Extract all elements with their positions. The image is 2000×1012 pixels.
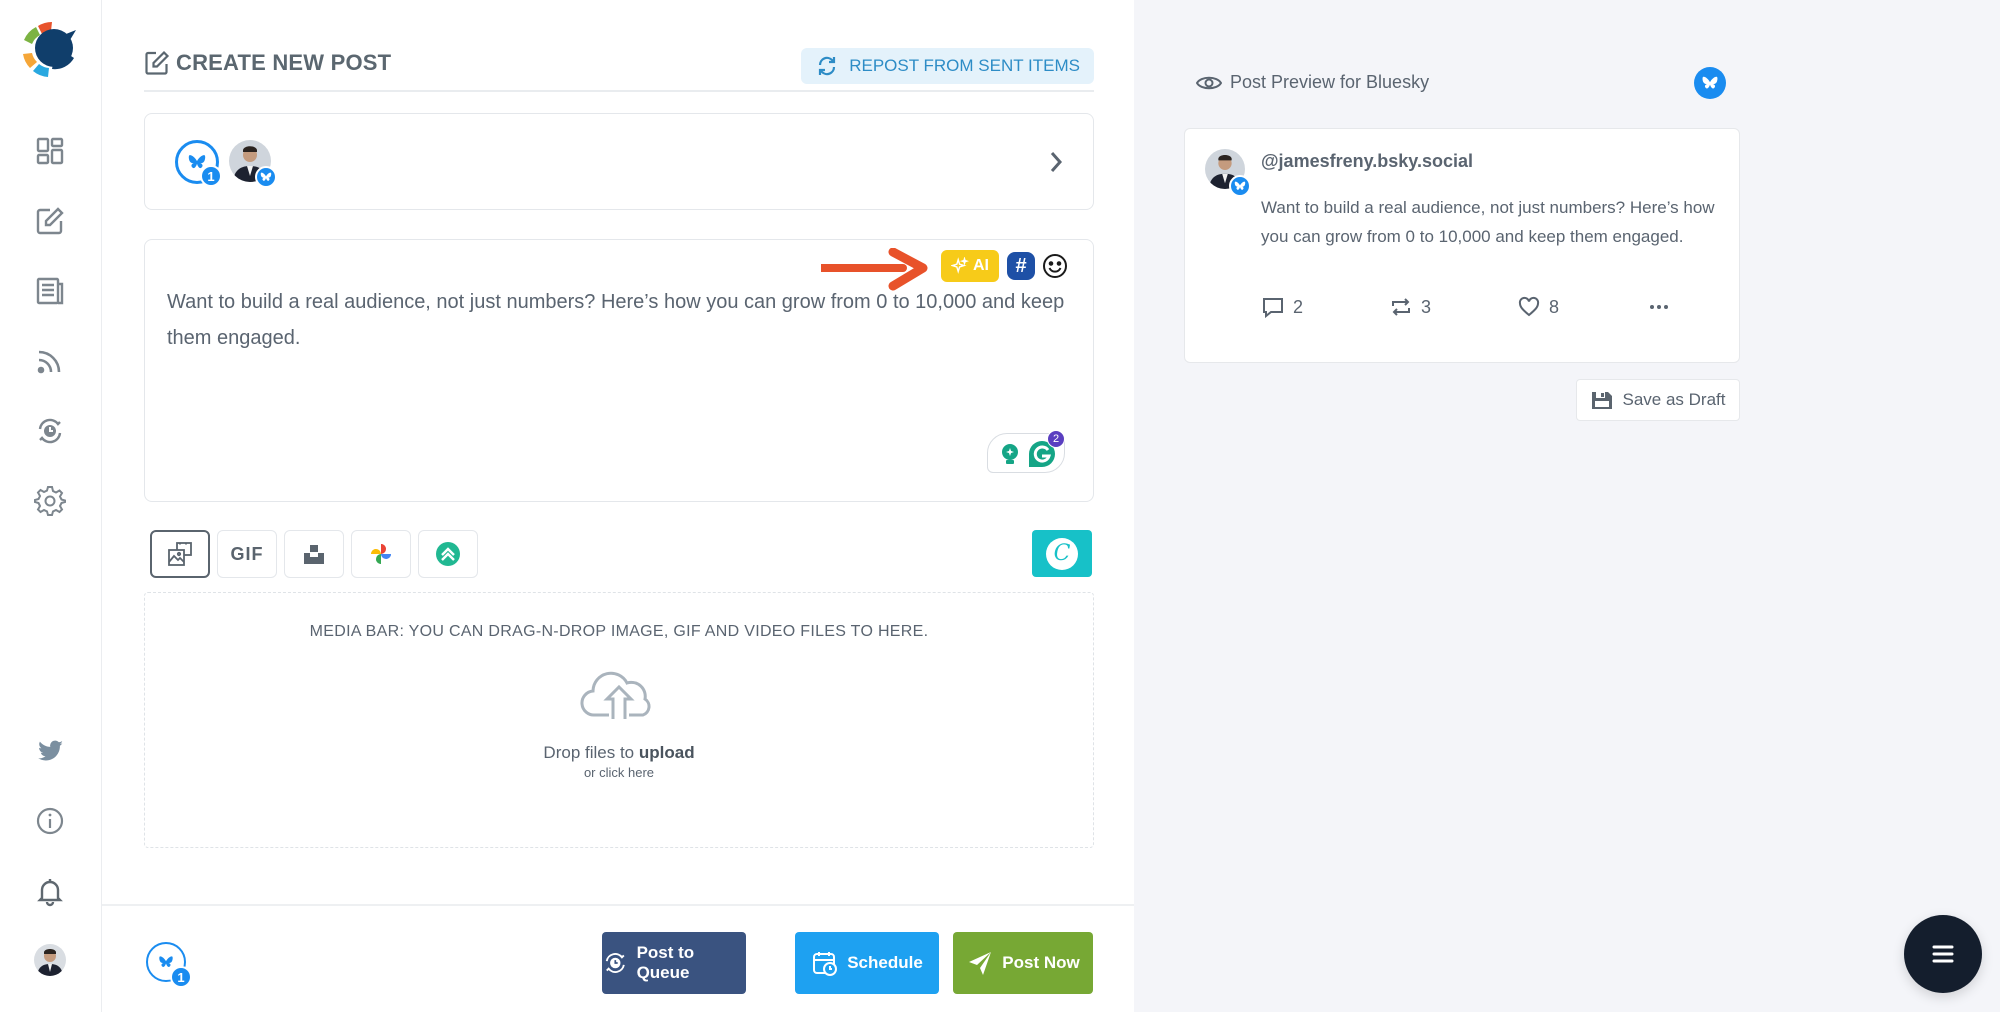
gif-label: GIF <box>230 543 264 564</box>
compose-icon[interactable] <box>31 202 69 240</box>
save-as-draft-button[interactable]: Save as Draft <box>1576 379 1740 421</box>
lightbulb-icon <box>1002 444 1018 464</box>
edit-icon <box>145 50 170 75</box>
grammarly-count-badge: 2 <box>1047 430 1065 448</box>
unsplash-button[interactable] <box>284 530 344 578</box>
schedule-label: Schedule <box>847 953 923 972</box>
bell-icon[interactable] <box>31 872 69 910</box>
repost-count: 3 <box>1421 296 1432 317</box>
cloud-upload-icon <box>580 671 651 719</box>
app-logo[interactable] <box>18 18 82 82</box>
dashboard-icon[interactable] <box>31 132 69 170</box>
sidebar <box>0 0 102 1012</box>
double-chevron-up-icon <box>436 542 460 566</box>
selected-count-badge: 1 <box>170 966 192 988</box>
dropzone-sub-text: or click here <box>583 765 655 780</box>
image-upload-button[interactable] <box>150 530 210 578</box>
gif-button[interactable]: GIF <box>217 530 277 578</box>
post-editor[interactable]: AI # Want to build a real audience, not … <box>144 239 1094 502</box>
like-count: 8 <box>1549 296 1560 317</box>
bluesky-logo-icon <box>1694 67 1726 99</box>
repeat-icon <box>819 56 836 76</box>
reply-count: 2 <box>1293 296 1304 317</box>
post-to-queue-button[interactable]: Post to Queue <box>602 932 746 994</box>
twitter-icon[interactable] <box>31 732 69 770</box>
reply-action[interactable]: 2 <box>1261 295 1303 319</box>
upload-service-button[interactable] <box>418 530 478 578</box>
grammarly-widget[interactable]: 2 <box>987 430 1065 473</box>
hashtag-button[interactable]: # <box>1007 252 1035 280</box>
chevron-right-icon[interactable] <box>1045 148 1067 176</box>
repost-from-sent-button[interactable]: REPOST FROM SENT ITEMS <box>801 48 1094 84</box>
unsplash-icon <box>304 545 324 564</box>
preview-avatar-group <box>1205 149 1253 197</box>
media-dropzone[interactable]: MEDIA BAR: YOU CAN DRAG-N-DROP IMAGE, GI… <box>144 592 1094 848</box>
account-selector[interactable]: 1 <box>144 113 1094 210</box>
comment-icon <box>1263 298 1283 319</box>
like-action[interactable]: 8 <box>1517 295 1559 319</box>
ai-label: AI <box>973 257 989 274</box>
rss-icon[interactable] <box>31 342 69 380</box>
preview-text: Want to build a real audience, not just … <box>1261 198 1715 246</box>
hashtag-icon: # <box>1015 254 1027 277</box>
preview-title-text: Post Preview for Bluesky <box>1230 72 1430 92</box>
preview-actions: 2 3 8 <box>1261 295 1691 323</box>
dropzone-main-text: Drop files to upload <box>145 743 1093 763</box>
calendar-clock-icon <box>813 952 838 976</box>
google-photos-button[interactable] <box>351 530 411 578</box>
media-toolbar: GIF <box>150 530 478 578</box>
post-now-button[interactable]: Post Now <box>953 932 1093 994</box>
gear-icon[interactable] <box>31 482 69 520</box>
schedule-button[interactable]: Schedule <box>795 932 939 994</box>
save-as-draft-label: Save as Draft <box>1622 390 1726 409</box>
queue-icon[interactable] <box>31 412 69 450</box>
emoji-icon[interactable] <box>1041 252 1069 280</box>
google-photos-icon <box>371 544 391 564</box>
hamburger-menu-icon <box>1932 945 1954 963</box>
preview-handle: @jamesfreny.bsky.social <box>1261 151 1473 171</box>
info-icon[interactable] <box>31 802 69 840</box>
post-to-queue-label: Post to Queue <box>636 943 695 982</box>
sparkle-icon <box>951 257 969 274</box>
app-root: CREATE NEW POST REPOST FROM SENT ITEMS 1 <box>0 0 2000 1012</box>
page-title: CREATE NEW POST <box>144 50 391 76</box>
menu-fab-button[interactable] <box>1904 915 1982 993</box>
repost-icon <box>1392 298 1410 316</box>
eye-icon <box>1196 76 1222 89</box>
bluesky-badge-icon <box>1229 175 1251 197</box>
post-now-label: Post Now <box>1002 953 1080 972</box>
bluesky-network-toggle[interactable]: 1 <box>175 140 222 187</box>
repost-label: REPOST FROM SENT ITEMS <box>849 56 1080 75</box>
paper-plane-icon <box>969 952 992 975</box>
images-icon <box>168 542 192 566</box>
compose-panel: CREATE NEW POST REPOST FROM SENT ITEMS 1 <box>102 0 1134 1012</box>
selected-network-indicator[interactable]: 1 <box>146 942 192 988</box>
page-header: CREATE NEW POST REPOST FROM SENT ITEMS <box>144 42 1094 92</box>
dropzone-prefix: Drop files to <box>543 743 639 762</box>
queue-clock-icon <box>605 953 625 973</box>
preview-title: Post Preview for Bluesky <box>1196 72 1429 93</box>
canva-button[interactable]: C <box>1032 530 1092 577</box>
more-options-icon[interactable] <box>1647 295 1671 319</box>
post-text-input[interactable]: Want to build a real audience, not just … <box>167 284 1067 356</box>
canva-icon: C <box>1046 537 1078 570</box>
repost-action[interactable]: 3 <box>1389 295 1431 319</box>
bluesky-badge-icon <box>255 166 277 188</box>
heart-icon <box>1518 296 1540 317</box>
selected-count-badge: 1 <box>200 165 222 187</box>
compose-footer: 1 Post to Queue Schedule Post Now <box>102 904 1134 1012</box>
avatar[interactable] <box>34 944 66 976</box>
ai-assist-button[interactable]: AI <box>941 250 999 282</box>
preview-panel: Post Preview for Bluesky @jamesfreny.bsk… <box>1134 0 2000 1012</box>
dropzone-upload-word: upload <box>638 743 695 762</box>
page-title-text: CREATE NEW POST <box>176 50 392 75</box>
dropzone-title: MEDIA BAR: YOU CAN DRAG-N-DROP IMAGE, GI… <box>309 623 929 640</box>
post-preview-card: @jamesfreny.bsky.social Want to build a … <box>1184 128 1740 363</box>
floppy-disk-icon <box>1591 392 1612 409</box>
account-avatar-item[interactable] <box>229 140 277 188</box>
newspaper-icon[interactable] <box>31 272 69 310</box>
